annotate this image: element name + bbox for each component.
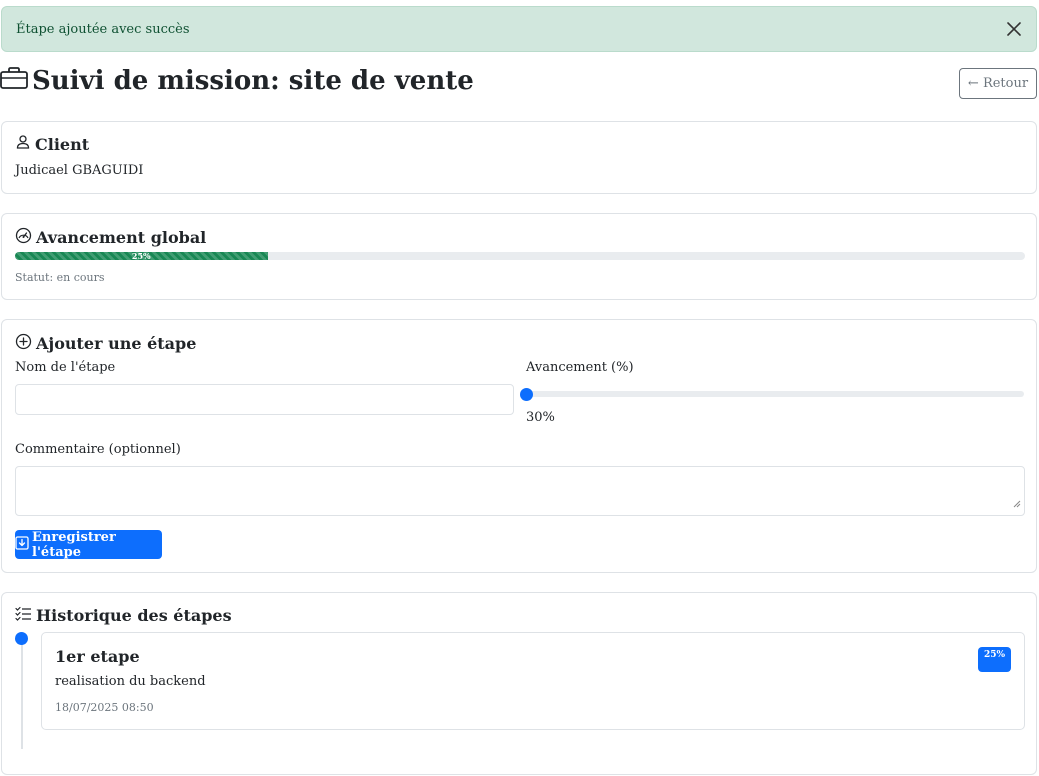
alert-message: Étape ajoutée avec succès xyxy=(16,21,190,37)
progress-value: 30% xyxy=(526,410,555,425)
step-name-input[interactable] xyxy=(15,384,514,415)
page-title: Suivi de mission: site de vente xyxy=(0,63,474,99)
plus-circle-icon xyxy=(15,333,32,354)
speedometer-icon xyxy=(15,227,32,248)
timeline-dot xyxy=(15,632,28,645)
add-step-card: Ajouter une étape Nom de l'étape Avancem… xyxy=(1,319,1037,573)
global-progress-bar: 25% xyxy=(15,252,1025,260)
progress-card: Avancement global 25% Statut: en cours xyxy=(1,213,1037,300)
step-comment: realisation du backend xyxy=(55,674,206,689)
history-heading-text: Historique des étapes xyxy=(36,606,232,625)
success-alert: Étape ajoutée avec succès xyxy=(1,6,1037,52)
briefcase-icon xyxy=(0,66,28,96)
client-name: Judicael GBAGUIDI xyxy=(15,163,144,178)
step-progress-badge: 25% xyxy=(978,647,1011,672)
timeline-line xyxy=(21,637,23,749)
page-title-text: Suivi de mission: site de vente xyxy=(32,66,474,96)
save-step-button[interactable]: Enregistrer l'étape xyxy=(15,529,162,560)
progress-slider[interactable] xyxy=(519,387,1024,401)
back-button-label: ← Retour xyxy=(967,76,1029,91)
step-name: 1er etape xyxy=(55,647,140,666)
comment-textarea[interactable] xyxy=(15,466,1025,516)
step-name-label: Nom de l'étape xyxy=(15,360,116,375)
resize-grip-icon[interactable] xyxy=(1013,493,1021,512)
client-heading-text: Client xyxy=(35,134,90,154)
save-step-label: Enregistrer l'étape xyxy=(32,529,116,560)
progress-label: Avancement (%) xyxy=(526,360,634,375)
comment-label: Commentaire (optionnel) xyxy=(15,442,181,457)
add-step-heading: Ajouter une étape xyxy=(15,333,196,354)
step-date: 18/07/2025 08:50 xyxy=(55,701,154,714)
add-step-heading-text: Ajouter une étape xyxy=(36,334,197,353)
person-icon xyxy=(15,134,31,154)
progress-heading: Avancement global xyxy=(15,227,206,248)
global-progress-fill: 25% xyxy=(15,252,268,260)
status-text: Statut: en cours xyxy=(15,271,105,284)
list-item: 1er etape realisation du backend 18/07/2… xyxy=(41,632,1025,730)
list-check-icon xyxy=(15,606,32,625)
client-heading: Client xyxy=(15,134,89,154)
history-card: Historique des étapes 1er etape realisat… xyxy=(1,592,1037,775)
client-card: Client Judicael GBAGUIDI xyxy=(1,121,1037,194)
close-icon[interactable] xyxy=(1004,19,1024,39)
progress-heading-text: Avancement global xyxy=(36,228,207,247)
progress-slider-thumb[interactable] xyxy=(519,387,533,401)
back-button[interactable]: ← Retour xyxy=(959,68,1037,99)
history-heading: Historique des étapes xyxy=(15,606,232,625)
download-icon xyxy=(15,535,29,554)
